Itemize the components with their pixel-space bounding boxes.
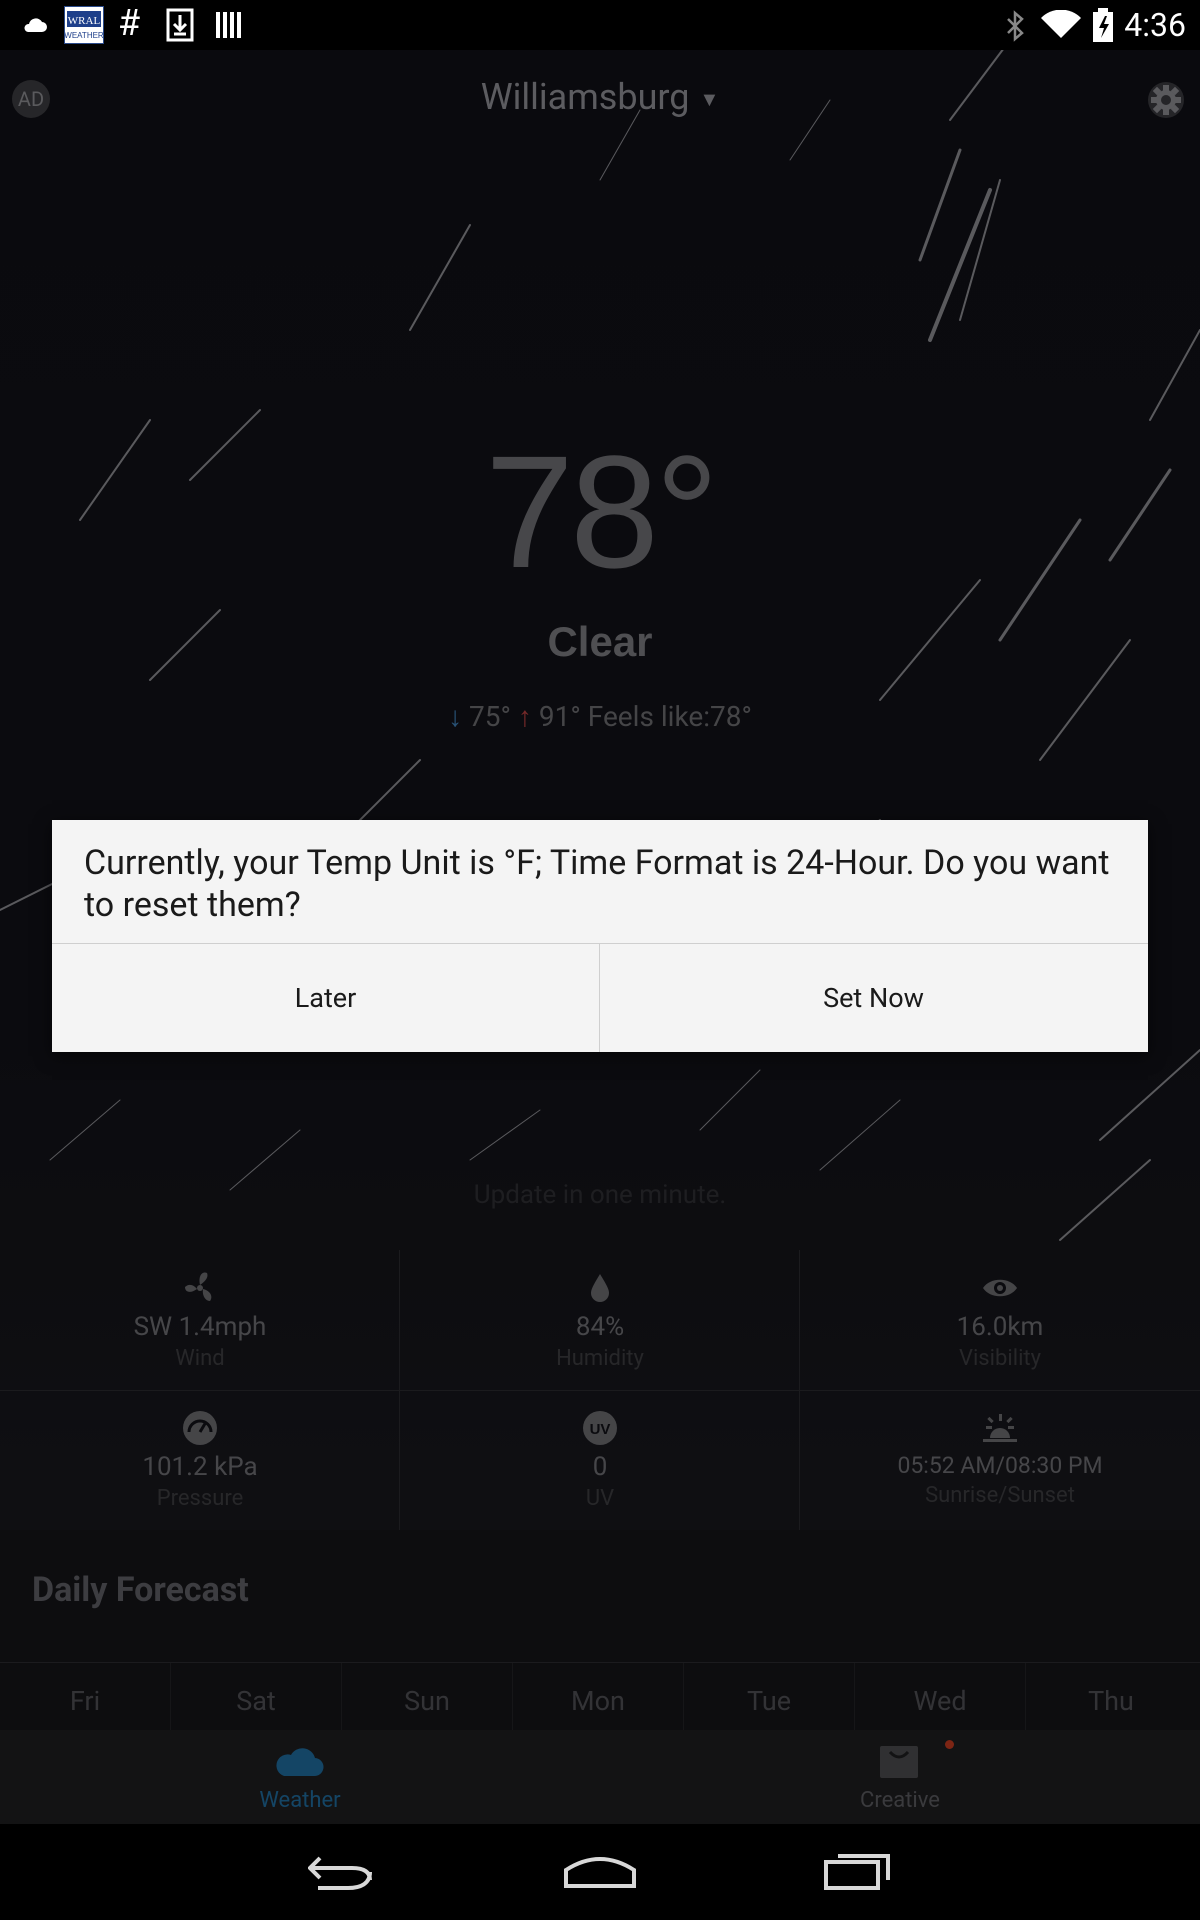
hashtag-notification-icon: # — [118, 2, 141, 44]
bluetooth-icon — [1007, 10, 1024, 42]
download-notification-icon — [166, 8, 194, 42]
svg-text:WEATHER: WEATHER — [65, 31, 103, 40]
home-icon[interactable] — [562, 1848, 638, 1890]
wifi-icon — [1041, 10, 1081, 38]
battery-icon — [1093, 8, 1113, 42]
set-now-button[interactable]: Set Now — [600, 944, 1147, 1052]
wral-weather-notification-icon: WRAL WEATHER — [64, 6, 104, 44]
status-bar: WRAL WEATHER # 4:36 — [0, 0, 1200, 50]
cloud-notification-icon — [24, 18, 47, 32]
screen: WRAL WEATHER # 4:36 AD Williamsburg ▼ 78° … — [0, 0, 1200, 1920]
later-button[interactable]: Later — [52, 944, 599, 1052]
recent-apps-icon[interactable] — [822, 1848, 892, 1892]
back-icon[interactable] — [308, 1850, 378, 1894]
svg-text:WRAL: WRAL — [68, 15, 101, 27]
barcode-notification-icon — [216, 12, 241, 38]
reset-units-dialog: Currently, your Temp Unit is °F; Time Fo… — [52, 820, 1148, 1052]
system-navigation-bar — [0, 1824, 1200, 1920]
clock: 4:36 — [1124, 6, 1186, 44]
dialog-message: Currently, your Temp Unit is °F; Time Fo… — [84, 843, 1110, 925]
